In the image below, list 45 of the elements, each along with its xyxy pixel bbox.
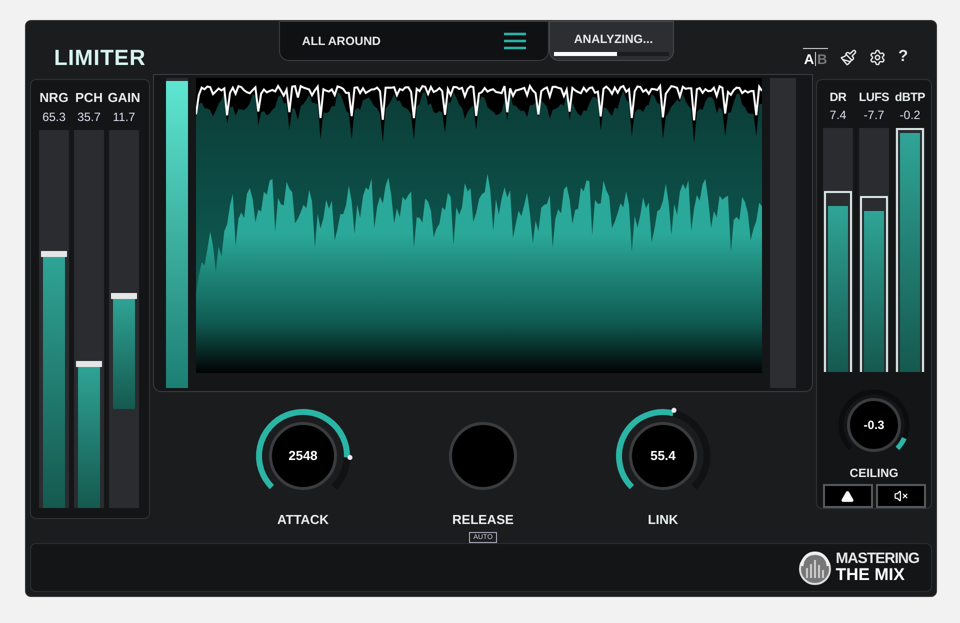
mute-button[interactable] <box>876 484 926 508</box>
meter-label: dBTP <box>894 89 926 106</box>
logo-text: MASTERING <box>836 551 919 566</box>
slider-handle[interactable] <box>41 251 67 258</box>
knob-label: RELEASE <box>452 511 514 529</box>
menu-icon[interactable] <box>504 32 526 50</box>
preset-name: ALL AROUND <box>302 33 381 50</box>
delta-button[interactable] <box>822 484 872 508</box>
meter-value: -7.7 <box>864 107 884 124</box>
meter-track[interactable] <box>109 130 139 508</box>
meter-value: 65.3 <box>42 108 66 126</box>
meter-label: DR <box>830 89 846 106</box>
preset-bar[interactable]: ALL AROUND <box>279 21 549 61</box>
knob-label: ATTACK <box>277 511 329 529</box>
analyze-label: ANALYZING... <box>574 31 654 48</box>
meter-track[interactable] <box>39 130 69 508</box>
slider-handle[interactable] <box>111 292 137 299</box>
ceiling-label: CEILING <box>850 465 898 482</box>
meter-track[interactable] <box>74 130 104 508</box>
settings-icon[interactable] <box>869 48 886 66</box>
slider-handle[interactable] <box>76 360 102 367</box>
knob[interactable]: 55.4 <box>629 422 697 490</box>
meter-value: 11.7 <box>112 108 136 126</box>
help-button[interactable]: ? <box>898 45 908 69</box>
logo-text: THE MIX <box>836 566 906 584</box>
meter-label: LUFS <box>858 89 890 106</box>
meter-label: PCH <box>75 89 103 107</box>
brush-icon[interactable] <box>840 48 858 66</box>
ab-a-label: A <box>804 52 814 66</box>
plugin-title: LIMITER <box>54 44 147 72</box>
ab-b-label: B <box>817 52 828 66</box>
mute-icon <box>894 489 908 503</box>
meter-value: -0.2 <box>900 107 920 124</box>
analyze-tab[interactable]: ANALYZING... <box>549 21 674 61</box>
ceiling-knob[interactable]: -0.3 <box>847 398 901 452</box>
meter-value: 35.7 <box>77 108 101 126</box>
meter-label: GAIN <box>108 89 140 107</box>
ab-toggle[interactable]: A B <box>802 48 828 66</box>
meter-label: NRG <box>40 89 68 107</box>
knob-pointer-icon <box>671 408 676 413</box>
meter-value: 7.4 <box>830 107 846 124</box>
knob-pointer-icon <box>347 454 352 460</box>
knob-label: LINK <box>648 511 678 529</box>
triangle-icon <box>841 490 854 502</box>
knob[interactable]: 2548 <box>269 422 337 490</box>
